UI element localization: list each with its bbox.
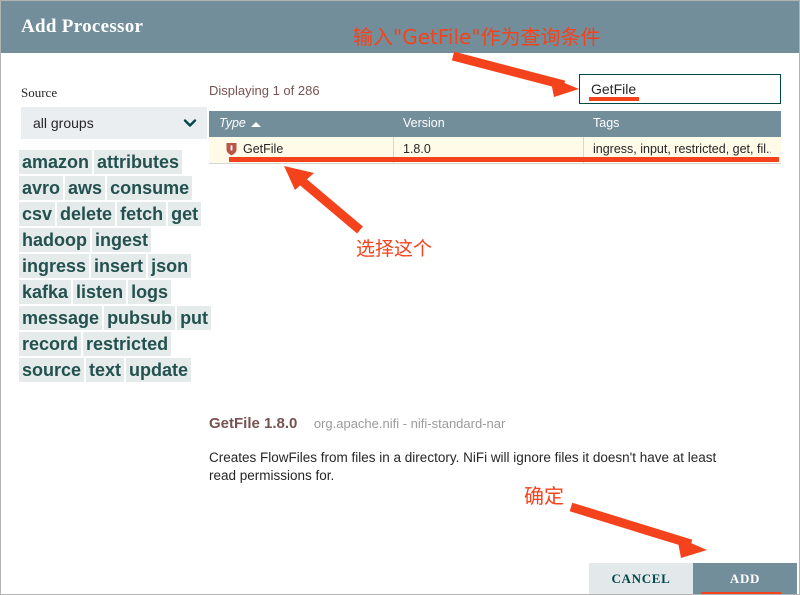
- annotation-arrow-to-row: [284, 166, 363, 234]
- detail-description: Creates FlowFiles from files in a direct…: [209, 450, 717, 483]
- tag-record[interactable]: record: [19, 332, 82, 356]
- column-header-tags[interactable]: Tags: [593, 116, 619, 130]
- annotation-arrow-to-search: [451, 51, 579, 97]
- tag-text[interactable]: text: [86, 358, 125, 382]
- tag-ingest[interactable]: ingest: [92, 228, 152, 252]
- tag-kafka[interactable]: kafka: [19, 280, 72, 304]
- tag-logs[interactable]: logs: [128, 280, 172, 304]
- tag-avro[interactable]: avro: [19, 176, 64, 200]
- tag-message[interactable]: message: [19, 306, 103, 330]
- dialog-button-bar: CANCEL ADD: [589, 563, 797, 594]
- tag-source[interactable]: source: [19, 358, 85, 382]
- tag-ingress[interactable]: ingress: [19, 254, 90, 278]
- cell-version: 1.8.0: [403, 142, 431, 156]
- annotation-select-hint: 选择这个: [356, 238, 433, 260]
- tag-csv[interactable]: csv: [19, 202, 56, 226]
- tag-amazon[interactable]: amazon: [19, 150, 93, 174]
- annotation-underline-row: [229, 157, 779, 162]
- tag-get[interactable]: get: [168, 202, 202, 226]
- tag-json[interactable]: json: [148, 254, 192, 278]
- cancel-button[interactable]: CANCEL: [589, 563, 693, 594]
- tag-aws[interactable]: aws: [65, 176, 106, 200]
- restricted-shield-icon: [226, 142, 237, 156]
- annotation-underline-search: [589, 97, 639, 101]
- tag-pubsub[interactable]: pubsub: [104, 306, 176, 330]
- page-title: Add Processor: [21, 16, 144, 37]
- tag-restricted[interactable]: restricted: [83, 332, 172, 356]
- search-input[interactable]: [589, 80, 773, 98]
- annotation-confirm-hint: 确定: [524, 484, 564, 508]
- detail-bundle: org.apache.nifi - nifi-standard-nar: [313, 416, 506, 431]
- tag-listen[interactable]: listen: [73, 280, 127, 304]
- chevron-down-icon: [183, 116, 197, 130]
- column-header-type[interactable]: Type: [219, 116, 246, 130]
- column-header-version[interactable]: Version: [403, 116, 445, 130]
- annotation-search-hint: 输入"GetFile"作为查询条件: [353, 25, 601, 49]
- tag-update[interactable]: update: [126, 358, 192, 382]
- tag-put[interactable]: put: [177, 306, 212, 330]
- tag-delete[interactable]: delete: [57, 202, 116, 226]
- tag-insert[interactable]: insert: [91, 254, 147, 278]
- annotation-arrow-to-add: [569, 502, 707, 558]
- cell-type: GetFile: [243, 142, 284, 156]
- cell-tags: ingress, input, restricted, get, fil...: [593, 142, 771, 156]
- table-header-row: Type Version Tags: [209, 111, 781, 137]
- tag-consume[interactable]: consume: [107, 176, 193, 200]
- tag-attributes[interactable]: attributes: [94, 150, 183, 174]
- processor-detail-panel: GetFile 1.8.0 org.apache.nifi - nifi-sta…: [209, 415, 749, 485]
- caret-up-icon: [251, 122, 261, 127]
- source-label: Source: [21, 85, 58, 100]
- tag-fetch[interactable]: fetch: [117, 202, 167, 226]
- tag-hadoop[interactable]: hadoop: [19, 228, 90, 252]
- detail-title: GetFile 1.8.0: [209, 415, 298, 432]
- source-group-select[interactable]: all groups: [21, 107, 207, 139]
- source-group-value: all groups: [33, 115, 94, 131]
- results-count: Displaying 1 of 286: [209, 83, 320, 98]
- add-processor-dialog: Add Processor Source all groups amazon at…: [0, 0, 800, 595]
- add-button[interactable]: ADD: [693, 563, 797, 594]
- tag-cloud: amazon attributes avro aws consume csv delete f…: [18, 149, 213, 383]
